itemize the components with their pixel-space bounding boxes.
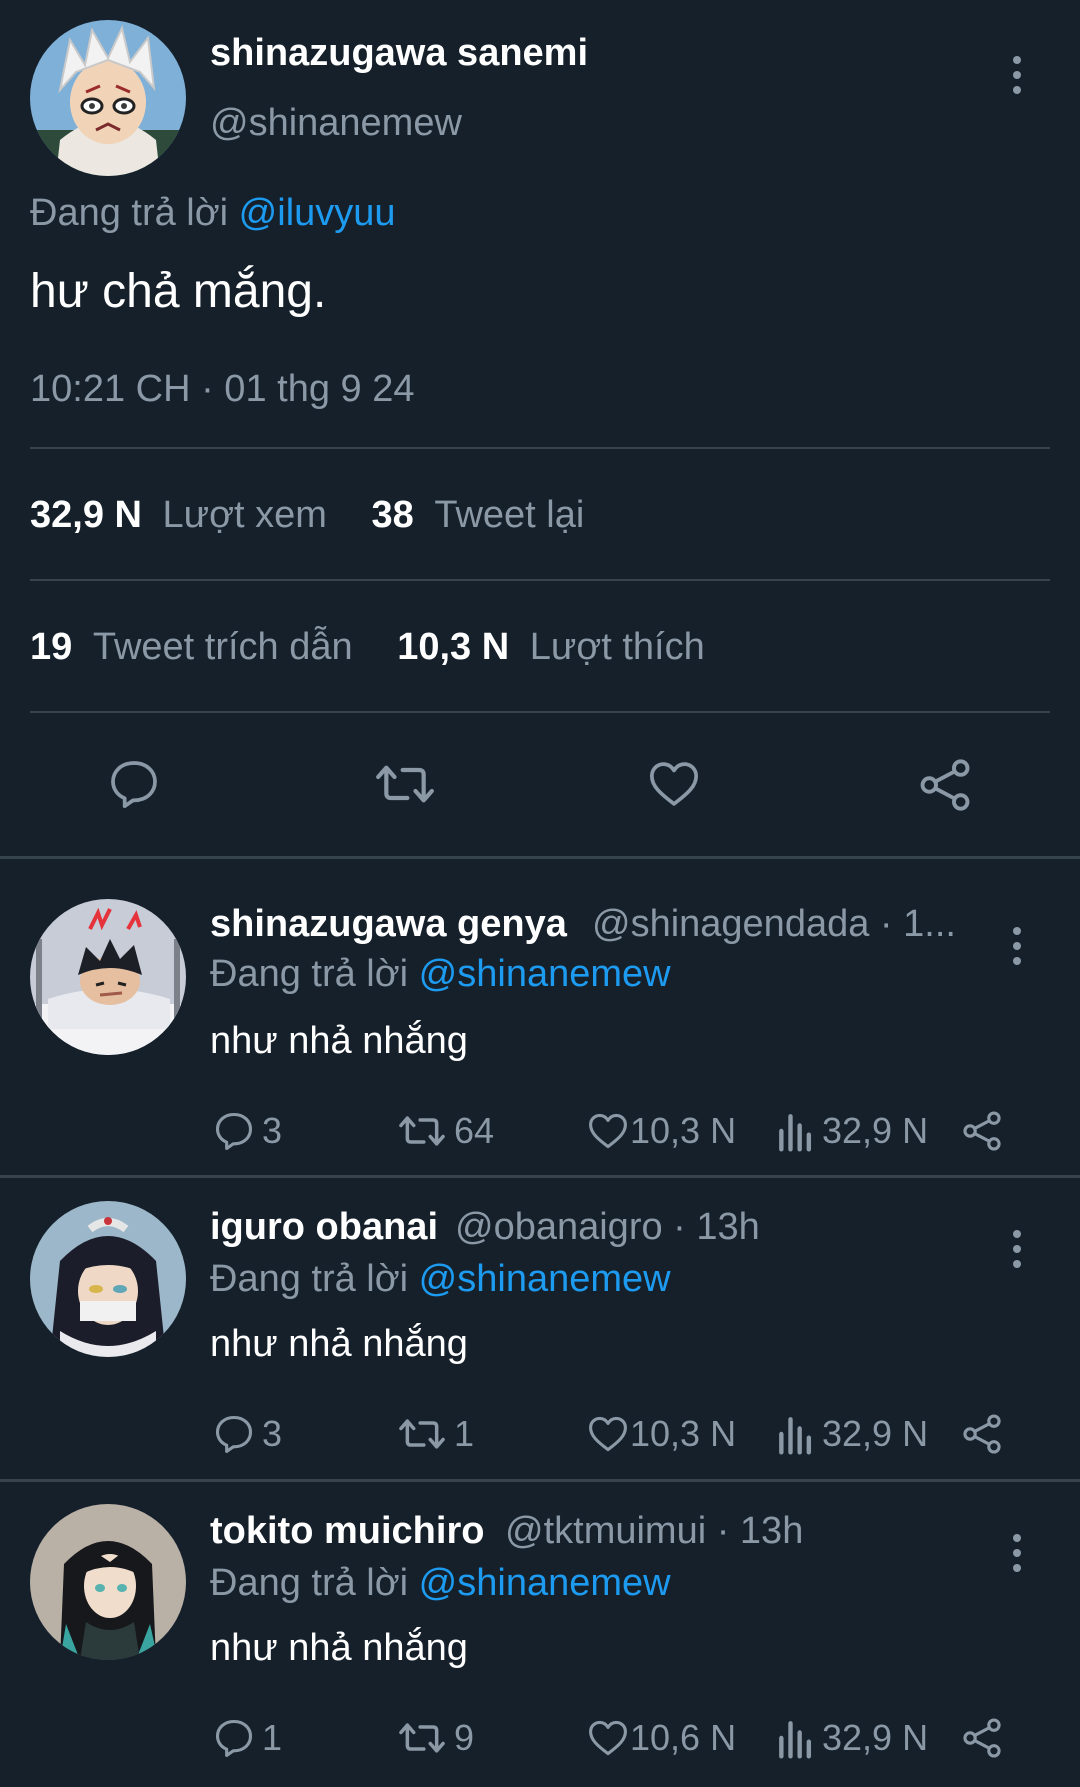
author-name[interactable]: iguro obanai xyxy=(210,1206,438,1249)
views-count-button[interactable]: 32,9 N xyxy=(776,1109,928,1153)
replying-to-link[interactable]: @iluvyuu xyxy=(239,192,396,234)
replying-prefix: Đang trả lời xyxy=(210,1562,409,1604)
reply-tweet[interactable]: iguro obanai @obanaigro · 13h Đang trả l… xyxy=(0,1178,1080,1479)
views-label: Lượt xem xyxy=(162,494,327,536)
quotes-count[interactable]: 19 xyxy=(30,626,72,668)
like-count: 10,6 N xyxy=(630,1717,737,1758)
author-name[interactable]: shinazugawa genya xyxy=(210,903,567,946)
views-count: 32,9 N xyxy=(822,1110,929,1151)
main-tweet: shinazugawa sanemi @shinanemew Đang trả … xyxy=(0,0,1080,858)
replying-to: Đang trả lời @shinanemew xyxy=(210,953,671,996)
stats-row-2: 19 Tweet trích dẫn 10,3 N Lượt thích xyxy=(30,626,705,669)
retweet-icon xyxy=(399,1116,445,1146)
author-name[interactable]: shinazugawa sanemi xyxy=(210,32,588,75)
handle-time[interactable]: @obanaigro · 13h xyxy=(455,1206,760,1249)
share-icon[interactable] xyxy=(916,756,974,814)
reply-icon xyxy=(215,1112,253,1150)
retweet-count-button[interactable]: 64 xyxy=(396,1109,494,1153)
avatar[interactable] xyxy=(30,899,186,1055)
replying-to: Đang trả lời @shinanemew xyxy=(210,1562,671,1605)
avatar[interactable] xyxy=(30,20,186,176)
divider xyxy=(30,447,1050,449)
tweet-text: như nhả nhắng xyxy=(210,1020,468,1062)
reply-tweet[interactable]: tokito muichiro @tktmuimui · 13h Đang tr… xyxy=(0,1482,1080,1787)
retweets-label[interactable]: Tweet lại xyxy=(434,494,584,536)
divider xyxy=(30,711,1050,713)
retweet-icon xyxy=(399,1419,445,1449)
reply-icon[interactable] xyxy=(106,756,162,812)
replying-prefix: Đang trả lời xyxy=(210,953,409,995)
reply-count: 3 xyxy=(262,1413,283,1454)
stats-row-1: 32,9 N Lượt xem 38 Tweet lại xyxy=(30,494,584,537)
retweet-count: 64 xyxy=(454,1110,495,1151)
reply-count-button[interactable]: 3 xyxy=(212,1109,282,1153)
retweet-icon[interactable] xyxy=(372,756,438,812)
like-count-button[interactable]: 10,3 N xyxy=(586,1109,736,1153)
share-icon[interactable] xyxy=(960,1109,1004,1153)
share-icon[interactable] xyxy=(960,1716,1004,1760)
more-options-icon[interactable] xyxy=(1011,1230,1023,1275)
reply-tweet[interactable]: shinazugawa genya @shinagendada · 1... Đ… xyxy=(0,859,1080,1175)
handle-time[interactable]: @shinagendada · 1... xyxy=(592,903,956,946)
retweet-count: 9 xyxy=(454,1717,475,1758)
analytics-icon xyxy=(779,1114,812,1152)
analytics-icon xyxy=(779,1417,812,1455)
avatar[interactable] xyxy=(30,1504,186,1660)
analytics-icon xyxy=(779,1721,812,1759)
reply-count: 1 xyxy=(262,1717,283,1758)
replying-prefix: Đang trả lời xyxy=(210,1258,409,1300)
quotes-label[interactable]: Tweet trích dẫn xyxy=(93,626,353,668)
heart-icon xyxy=(589,1416,627,1452)
reply-icon xyxy=(215,1415,253,1453)
share-icon[interactable] xyxy=(960,1412,1004,1456)
views-count-button[interactable]: 32,9 N xyxy=(776,1412,928,1456)
reply-count-button[interactable]: 3 xyxy=(212,1412,282,1456)
avatar[interactable] xyxy=(30,1201,186,1357)
replying-to-link[interactable]: @shinanemew xyxy=(419,953,671,995)
author-handle[interactable]: @shinanemew xyxy=(210,102,462,145)
retweets-count[interactable]: 38 xyxy=(372,494,414,536)
replying-to: Đang trả lời @iluvyuu xyxy=(30,192,396,235)
views-count: 32,9 N xyxy=(30,494,142,536)
divider xyxy=(30,579,1050,581)
tweet-timestamp[interactable]: 10:21 CH · 01 thg 9 24 xyxy=(30,368,414,411)
views-count: 32,9 N xyxy=(822,1413,929,1454)
reply-icon xyxy=(215,1719,253,1757)
retweet-count-button[interactable]: 1 xyxy=(396,1412,474,1456)
like-count-button[interactable]: 10,6 N xyxy=(586,1716,736,1760)
more-options-icon[interactable] xyxy=(1011,1534,1023,1579)
replying-to-link[interactable]: @shinanemew xyxy=(419,1258,671,1300)
like-count-button[interactable]: 10,3 N xyxy=(586,1412,736,1456)
reply-count: 3 xyxy=(262,1110,283,1151)
replying-prefix: Đang trả lời xyxy=(30,192,229,234)
handle-time[interactable]: @tktmuimui · 13h xyxy=(505,1510,803,1553)
more-options-icon[interactable] xyxy=(1011,56,1023,101)
like-count: 10,3 N xyxy=(630,1413,737,1454)
heart-icon[interactable] xyxy=(645,756,703,812)
retweet-count: 1 xyxy=(454,1413,475,1454)
more-options-icon[interactable] xyxy=(1011,927,1023,972)
replying-to-link[interactable]: @shinanemew xyxy=(419,1562,671,1604)
views-count-button[interactable]: 32,9 N xyxy=(776,1716,928,1760)
tweet-text: như nhả nhắng xyxy=(210,1627,468,1669)
replying-to: Đang trả lời @shinanemew xyxy=(210,1258,671,1301)
tweet-text: hư chả mắng. xyxy=(30,265,327,318)
reply-count-button[interactable]: 1 xyxy=(212,1716,282,1760)
heart-icon xyxy=(589,1113,627,1149)
heart-icon xyxy=(589,1720,627,1756)
views-count: 32,9 N xyxy=(822,1717,929,1758)
tweet-text: như nhả nhắng xyxy=(210,1323,468,1365)
author-name[interactable]: tokito muichiro xyxy=(210,1510,484,1553)
likes-count[interactable]: 10,3 N xyxy=(397,626,509,668)
likes-label[interactable]: Lượt thích xyxy=(530,626,705,668)
retweet-count-button[interactable]: 9 xyxy=(396,1716,474,1760)
retweet-icon xyxy=(399,1723,445,1753)
like-count: 10,3 N xyxy=(630,1110,737,1151)
